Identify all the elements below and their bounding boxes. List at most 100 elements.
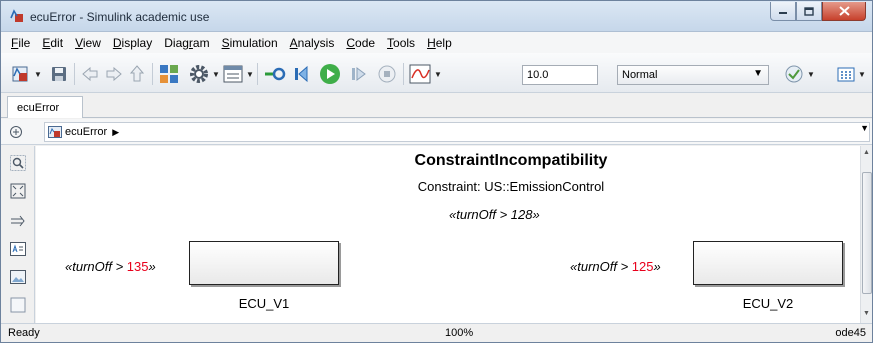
fit-to-view-icon bbox=[10, 183, 26, 199]
menu-view[interactable]: View bbox=[69, 36, 107, 50]
simulink-app-icon bbox=[10, 9, 23, 22]
forward-icon bbox=[106, 67, 122, 81]
breadcrumb[interactable]: ecuError ▶ bbox=[44, 122, 870, 142]
step-forward-button[interactable] bbox=[350, 63, 368, 85]
window-title: ecuError - Simulink academic use bbox=[30, 10, 210, 24]
annotation-icon bbox=[10, 242, 26, 256]
scope-button[interactable]: ▼ bbox=[409, 63, 442, 85]
maximize-button[interactable] bbox=[796, 2, 822, 21]
library-browser-button[interactable]: ▼ bbox=[11, 63, 42, 85]
area-icon bbox=[10, 297, 26, 313]
solver-name[interactable]: ode45 bbox=[835, 327, 866, 339]
run-icon bbox=[320, 64, 340, 84]
canvas-title: ConstraintIncompatibility bbox=[414, 152, 608, 169]
simulation-mode-value: Normal bbox=[622, 69, 658, 81]
zoom-icon bbox=[10, 155, 26, 171]
back-icon bbox=[82, 67, 98, 81]
build-icon bbox=[265, 67, 286, 81]
close-button[interactable] bbox=[822, 2, 866, 21]
check-icon bbox=[785, 65, 803, 83]
model-icon bbox=[48, 126, 62, 138]
breadcrumb-arrow-icon: ▶ bbox=[112, 126, 120, 137]
up-button[interactable] bbox=[130, 63, 144, 85]
save-button[interactable] bbox=[51, 63, 67, 85]
step-back-icon bbox=[295, 65, 308, 83]
constraint-label: Constraint: US::EmissionControl bbox=[417, 179, 605, 194]
chevron-down-icon: ▼ bbox=[753, 68, 763, 79]
stop-button[interactable] bbox=[377, 63, 397, 85]
minimize-icon bbox=[779, 12, 787, 14]
area-button[interactable] bbox=[9, 296, 27, 314]
model-advisor-button[interactable]: ▼ bbox=[784, 63, 815, 85]
breadcrumb-model[interactable]: ecuError bbox=[65, 126, 107, 138]
top-condition: «turnOff > 128» bbox=[449, 207, 540, 222]
scrollbar-thumb[interactable] bbox=[862, 172, 872, 294]
forward-button[interactable] bbox=[105, 63, 123, 85]
menu-file[interactable]: File bbox=[5, 36, 36, 50]
ecu-v1-label: ECU_V1 bbox=[238, 296, 290, 311]
title-bar: ecuError - Simulink academic use bbox=[1, 1, 872, 32]
ecu-v2-condition-value: 125 bbox=[631, 259, 654, 274]
close-icon bbox=[838, 6, 850, 16]
minimize-button[interactable] bbox=[770, 2, 796, 21]
zoom-level: 100% bbox=[445, 327, 474, 339]
window-controls bbox=[770, 2, 866, 22]
arrow-button[interactable] bbox=[9, 212, 27, 230]
model-canvas[interactable]: ConstraintIncompatibility Constraint: US… bbox=[36, 146, 860, 323]
status-bar: Ready 100% ode45 bbox=[1, 323, 872, 342]
run-button[interactable] bbox=[319, 63, 341, 85]
model-browser-toggle-icon[interactable] bbox=[9, 125, 23, 139]
ecu-v1-condition-value: 135 bbox=[126, 259, 149, 274]
stop-time-input[interactable]: 10.0 bbox=[522, 65, 598, 85]
data-import-button[interactable]: ▼ bbox=[223, 63, 254, 85]
data-import-icon bbox=[223, 65, 243, 83]
menu-display[interactable]: Display bbox=[107, 36, 158, 50]
vertical-scrollbar[interactable]: ▲ ▼ bbox=[860, 146, 872, 323]
model-settings-button[interactable]: ▼ bbox=[189, 63, 220, 85]
stop-icon bbox=[378, 65, 396, 83]
menu-code[interactable]: Code bbox=[340, 36, 381, 50]
settings-icon bbox=[190, 65, 208, 83]
model-explorer-icon bbox=[160, 65, 178, 83]
step-back-button[interactable] bbox=[292, 63, 312, 85]
fit-to-view-button[interactable] bbox=[9, 182, 27, 200]
scroll-up-icon[interactable]: ▲ bbox=[863, 149, 870, 156]
step-forward-icon bbox=[352, 67, 366, 81]
menu-analysis[interactable]: Analysis bbox=[284, 36, 341, 50]
model-explorer-button[interactable] bbox=[159, 63, 179, 85]
zoom-button[interactable] bbox=[9, 154, 27, 172]
back-button[interactable] bbox=[81, 63, 99, 85]
address-bar: ecuError ▶ ▼ bbox=[1, 119, 872, 145]
status-grid-icon bbox=[837, 67, 855, 82]
arrow-right-icon bbox=[11, 215, 25, 227]
status-text: Ready bbox=[8, 327, 40, 339]
chevron-down-icon[interactable]: ▼ bbox=[860, 123, 869, 133]
menu-diagram[interactable]: Diagram bbox=[158, 36, 215, 50]
model-tabs: ecuError bbox=[1, 93, 872, 118]
annotation-button[interactable] bbox=[9, 240, 27, 258]
menu-tools[interactable]: Tools bbox=[381, 36, 421, 50]
simulation-mode-select[interactable]: Normal ▼ bbox=[617, 65, 769, 85]
image-button[interactable] bbox=[9, 268, 27, 286]
ecu-v2-block[interactable] bbox=[693, 241, 843, 285]
scroll-down-icon[interactable]: ▼ bbox=[863, 310, 870, 317]
ecu-v2-label: ECU_V2 bbox=[742, 296, 794, 311]
ecu-v1-condition: «turnOff > 135» bbox=[65, 259, 156, 274]
ecu-v2-condition: «turnOff > 125» bbox=[570, 259, 661, 274]
menu-bar: File Edit View Display Diagram Simulatio… bbox=[1, 32, 872, 53]
library-browser-icon bbox=[12, 66, 28, 82]
menu-edit[interactable]: Edit bbox=[36, 36, 69, 50]
image-icon bbox=[10, 270, 26, 284]
menu-help[interactable]: Help bbox=[421, 36, 458, 50]
ecu-v1-block[interactable] bbox=[189, 241, 339, 285]
up-icon bbox=[130, 65, 144, 82]
simulink-window: ecuError - Simulink academic use File Ed… bbox=[0, 0, 873, 343]
maximize-icon bbox=[804, 6, 814, 16]
menu-simulation[interactable]: Simulation bbox=[216, 36, 284, 50]
status-grid-button[interactable]: ▼ bbox=[837, 63, 866, 85]
tool-palette bbox=[1, 146, 35, 323]
tab-ecuError[interactable]: ecuError bbox=[7, 96, 83, 118]
save-icon bbox=[52, 67, 66, 81]
scope-icon bbox=[409, 64, 431, 84]
build-button[interactable] bbox=[264, 63, 286, 85]
